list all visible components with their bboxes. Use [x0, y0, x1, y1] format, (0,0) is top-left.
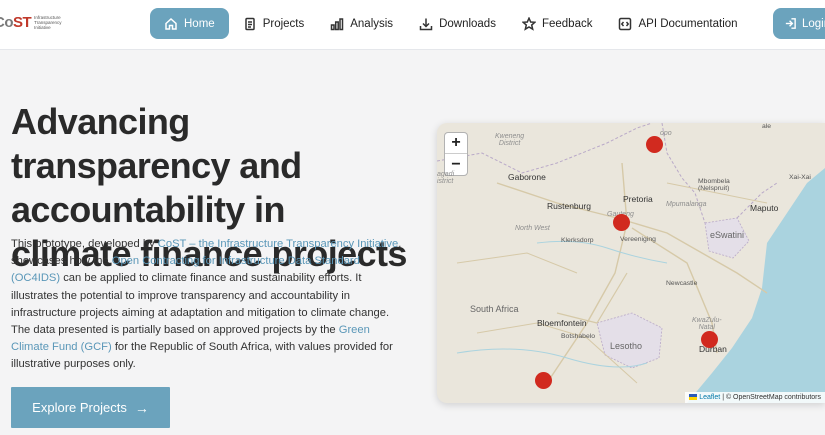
map-attribution: Leaflet | © OpenStreetMap contributors [685, 392, 825, 403]
zoom-control: + − [444, 132, 468, 176]
map-label-south-africa: South Africa [470, 304, 519, 314]
map-label-partial: ale [762, 123, 772, 130]
map-label-kwazulu-natal: KwaZulu- Natal [692, 317, 722, 331]
logo-wordmark: CoST [0, 14, 32, 31]
map-label-vereeniging: Vereeniging [620, 236, 656, 243]
download-icon [419, 17, 433, 31]
map-label-bloemfontein: Bloemfontein [537, 318, 587, 328]
nav-api-documentation[interactable]: API Documentation [606, 8, 749, 39]
map-base-layer [437, 123, 825, 403]
map-label-gaborone: Gaborone [508, 172, 546, 182]
code-icon [618, 17, 632, 31]
document-icon [243, 17, 257, 31]
map-label-polokwane-partial: opo [660, 130, 672, 137]
project-marker-polokwane[interactable] [646, 136, 663, 153]
cost-logo[interactable]: CoST Infrastructure Transparency Initiat… [0, 14, 70, 31]
project-marker-johannesburg[interactable] [613, 214, 630, 231]
nav-home[interactable]: Home [150, 8, 229, 39]
logo-tagline: Infrastructure Transparency Initiative [34, 15, 62, 30]
nav-analysis[interactable]: Analysis [318, 8, 405, 39]
nav-home-label: Home [184, 17, 215, 30]
arrow-right-icon: → [134, 399, 149, 416]
map-label-botshabelo: Botshabelo [561, 333, 596, 340]
nav-downloads-label: Downloads [439, 17, 496, 30]
map-label-rustenburg: Rustenburg [547, 201, 591, 211]
login-label: Login [802, 17, 825, 30]
nav-projects-label: Projects [262, 17, 305, 30]
explore-projects-label: Explore Projects [32, 400, 127, 415]
home-icon [164, 17, 178, 31]
nav-api-documentation-label: API Documentation [638, 17, 738, 30]
nav-downloads[interactable]: Downloads [407, 8, 508, 39]
map-label-klerksdorp: Klerksdorp [561, 237, 594, 244]
map-label-maputo: Maputo [750, 203, 779, 213]
top-navbar: CoST Infrastructure Transparency Initiat… [0, 0, 825, 50]
map-label-lesotho: Lesotho [610, 341, 643, 351]
nav-analysis-label: Analysis [350, 17, 394, 30]
nav-feedback-label: Feedback [541, 17, 593, 30]
map-label-xai-xai: Xai-Xai [789, 174, 811, 181]
bar-chart-icon [330, 17, 344, 31]
map-label-kweneng: Kweneng District [495, 133, 525, 147]
explore-projects-button[interactable]: Explore Projects → [11, 387, 170, 428]
map-label-pretoria: Pretoria [623, 194, 653, 204]
projects-map[interactable]: + − Kweneng District agadi istrict Gabor… [437, 123, 825, 403]
map-label-agadi: agadi istrict [437, 171, 455, 185]
login-icon [784, 17, 797, 30]
project-marker-durban[interactable] [701, 331, 718, 348]
map-label-eswatini: eSwatini [710, 230, 745, 240]
nav-feedback[interactable]: Feedback [510, 8, 605, 39]
map-label-mbombela: Mbombela (Nelspruit) [698, 178, 730, 192]
map-label-mpumalanga: Mpumalanga [666, 201, 707, 208]
map-label-north-west: North West [515, 225, 550, 232]
project-marker-south[interactable] [535, 372, 552, 389]
ukraine-flag-icon [689, 394, 698, 401]
hero-description: This prototype, developed by CoST – the … [11, 238, 402, 371]
cost-link[interactable]: CoST – the Infrastructure Transparency I… [158, 238, 398, 250]
star-icon [521, 16, 536, 31]
zoom-in-button[interactable]: + [445, 133, 467, 154]
main-nav: Home Projects Analysis Downloads Feedbac… [150, 8, 752, 39]
map-label-newcastle: Newcastle [666, 280, 698, 287]
login-button[interactable]: Login [773, 8, 825, 39]
nav-projects[interactable]: Projects [231, 8, 317, 39]
leaflet-link[interactable]: Leaflet [699, 394, 720, 401]
